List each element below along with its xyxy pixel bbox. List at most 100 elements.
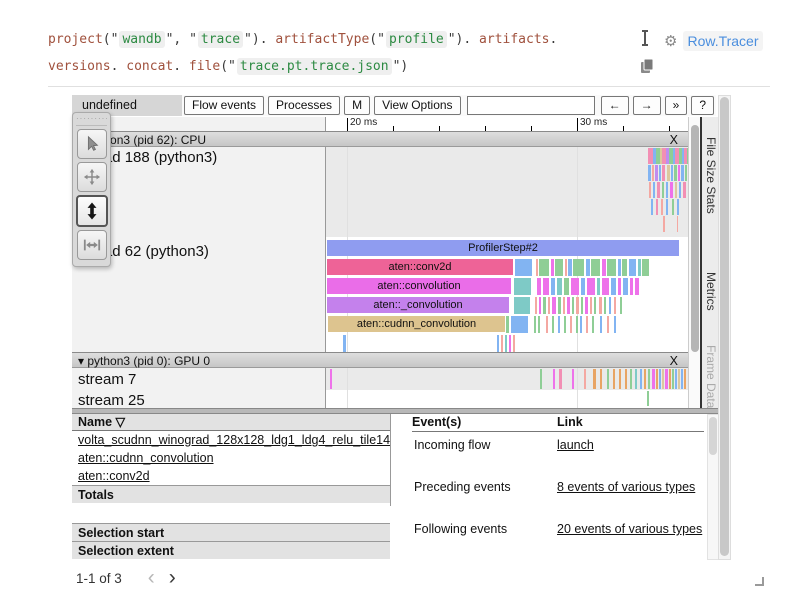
toolbar-button-view-options[interactable]: View Options: [374, 96, 460, 115]
vertical-zoom-tool-button[interactable]: [76, 195, 108, 227]
trace-event-stripe[interactable]: [653, 182, 655, 198]
trace-event-stripe[interactable]: [594, 297, 596, 314]
event-link[interactable]: launch: [557, 436, 594, 454]
kernel-event-stripe[interactable]: [559, 369, 562, 389]
palette-drag-handle[interactable]: ··················: [76, 114, 107, 126]
kernel-event-stripe[interactable]: [613, 369, 615, 389]
trace-event-stripe[interactable]: [558, 297, 561, 314]
side-tab-file-size-stats[interactable]: File Size Stats: [704, 137, 718, 214]
tool-palette[interactable]: ··················: [72, 112, 111, 267]
trace-event-stripe[interactable]: [538, 316, 540, 333]
trace-event-stripe[interactable]: [586, 259, 590, 276]
trace-event-stripe[interactable]: [635, 278, 639, 295]
trace-event-stripe[interactable]: [648, 165, 651, 181]
trace-event-stripe[interactable]: [509, 335, 511, 352]
trace-event-stripe[interactable]: [505, 335, 507, 352]
trace-event-stripe[interactable]: [663, 216, 665, 232]
trace-event-stripe[interactable]: [677, 199, 679, 215]
name-table-link-row[interactable]: aten::cudnn_convolution: [72, 449, 390, 467]
trace-event-stripe[interactable]: [602, 259, 606, 276]
next-page-button[interactable]: ›: [169, 568, 176, 588]
time-ruler[interactable]: 20 ms30 ms: [325, 117, 688, 132]
trace-event-stripe[interactable]: [614, 316, 616, 333]
trace-event-stripe[interactable]: [657, 182, 660, 198]
trace-event-stripe[interactable]: [649, 182, 651, 198]
trace-event-stripe[interactable]: [506, 316, 509, 333]
kernel-event-stripe[interactable]: [652, 369, 655, 389]
cpu-process-header[interactable]: ▾ python3 (pid 62): CPU X: [72, 131, 688, 147]
kernel-event-stripe[interactable]: [619, 369, 621, 389]
name-table-header[interactable]: Name ▽: [72, 414, 390, 431]
trace-event-stripe[interactable]: [623, 278, 628, 295]
trace-event-stripe[interactable]: [564, 278, 569, 295]
trace-event-stripe[interactable]: [655, 165, 658, 181]
trace-event-stripe[interactable]: [565, 259, 567, 276]
analysis-scrollbar-thumb[interactable]: [709, 417, 717, 455]
trace-event-stripe[interactable]: [662, 182, 664, 198]
kernel-event-stripe[interactable]: [684, 369, 686, 389]
nav-button-forward[interactable]: →: [633, 96, 661, 115]
trace-event-stripe[interactable]: [683, 182, 686, 198]
trace-event-stripe[interactable]: [514, 297, 530, 314]
trace-span[interactable]: aten::_convolution: [327, 297, 509, 313]
nav-button-help[interactable]: ?: [691, 96, 714, 115]
trace-event-stripe[interactable]: [604, 297, 606, 314]
resize-grip[interactable]: [755, 577, 764, 586]
trace-event-stripe[interactable]: [514, 278, 531, 295]
trace-event-stripe[interactable]: [602, 278, 609, 295]
trace-event-stripe[interactable]: [536, 259, 538, 276]
kernel-event-stripe[interactable]: [678, 369, 680, 389]
kernel-event-stripe[interactable]: [659, 369, 661, 389]
trace-event-stripe[interactable]: [572, 297, 574, 314]
toolbar-button-flow-events[interactable]: Flow events: [184, 96, 264, 115]
nav-button-fast-forward[interactable]: »: [665, 96, 688, 115]
kernel-event-stripe[interactable]: [593, 369, 596, 389]
kernel-event-stripe[interactable]: [572, 369, 574, 389]
trace-event-stripe[interactable]: [607, 316, 609, 333]
trace-event-stripe[interactable]: [576, 316, 578, 333]
toolbar-button-processes[interactable]: Processes: [268, 96, 340, 115]
toolbar-blank-box[interactable]: [467, 96, 595, 115]
trace-event-stripe[interactable]: [611, 278, 616, 295]
trace-event-stripe[interactable]: [630, 278, 633, 295]
horizontal-zoom-tool-button[interactable]: [77, 230, 107, 260]
trace-event-stripe[interactable]: [618, 278, 621, 295]
trace-event-stripe[interactable]: [548, 297, 550, 314]
trace-event-stripe[interactable]: [662, 165, 665, 181]
trace-event-stripe[interactable]: [597, 278, 600, 295]
kernel-event-stripe[interactable]: [669, 369, 671, 389]
trace-event-stripe[interactable]: [546, 316, 548, 333]
kernel-event-stripe[interactable]: [330, 369, 332, 389]
kernel-event-stripe[interactable]: [648, 369, 650, 389]
trace-event-stripe[interactable]: [343, 335, 346, 352]
kernel-event-stripe[interactable]: [540, 369, 542, 389]
kernel-event-stripe[interactable]: [662, 369, 664, 389]
trace-event-stripe[interactable]: [552, 316, 554, 333]
name-table-link-row[interactable]: aten::conv2d: [72, 467, 390, 485]
kernel-event-stripe[interactable]: [644, 369, 646, 389]
trace-event-stripe[interactable]: [581, 278, 585, 295]
trace-event-stripe[interactable]: [570, 316, 572, 333]
trace-event-stripe[interactable]: [573, 259, 584, 276]
trace-event-stripe[interactable]: [622, 259, 627, 276]
kernel-event-stripe[interactable]: [630, 369, 632, 389]
trace-event-stripe[interactable]: [618, 259, 621, 276]
kernel-event-stripe[interactable]: [635, 369, 637, 389]
select-tool-button[interactable]: [77, 129, 107, 159]
kernel-event-stripe[interactable]: [584, 369, 586, 389]
copy-icon[interactable]: [640, 61, 654, 78]
kernel-event-stripe[interactable]: [600, 369, 602, 389]
previous-page-button[interactable]: ‹: [148, 568, 155, 588]
trace-event-stripe[interactable]: [576, 297, 579, 314]
trace-event-stripe[interactable]: [571, 278, 579, 295]
trace-event-stripe[interactable]: [515, 259, 532, 276]
trace-event-stripe[interactable]: [638, 259, 641, 276]
trace-event-stripe[interactable]: [670, 182, 673, 198]
kernel-event-stripe[interactable]: [665, 369, 668, 389]
kernel-event-stripe[interactable]: [672, 369, 674, 389]
trace-event-stripe[interactable]: [497, 335, 499, 352]
trace-event-stripe[interactable]: [629, 259, 636, 276]
trace-event-stripe[interactable]: [534, 316, 536, 333]
trace-event-stripe[interactable]: [607, 259, 616, 276]
trace-event-stripe[interactable]: [535, 297, 537, 314]
